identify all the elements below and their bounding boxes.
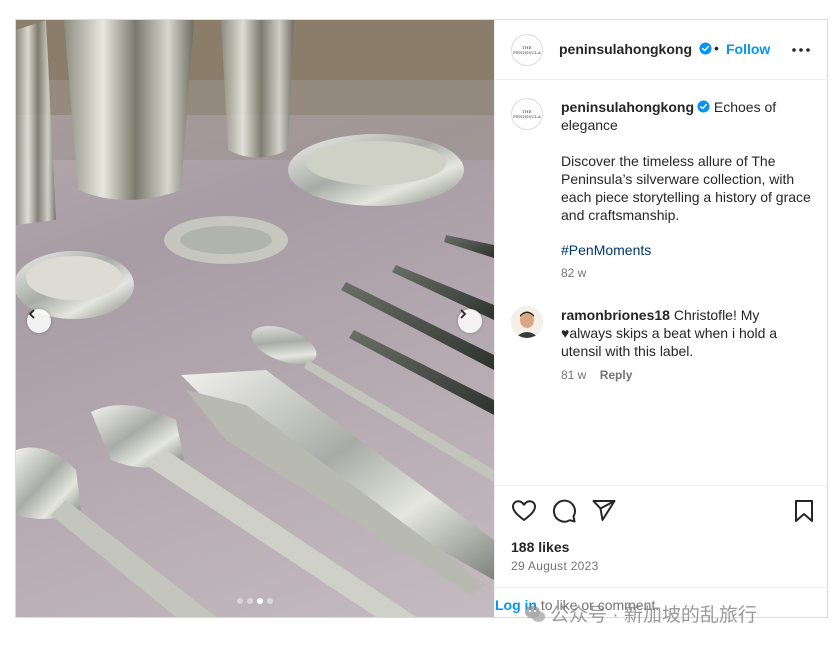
wechat-logo-icon bbox=[525, 605, 545, 622]
post-date: 29 August 2023 bbox=[511, 559, 599, 573]
previous-image-button[interactable] bbox=[27, 309, 51, 333]
comment-meta: 81 w Reply bbox=[561, 368, 632, 382]
wechat-watermark: 公众号 · 新加坡的乱旅行 bbox=[524, 600, 757, 627]
verified-badge-icon bbox=[697, 100, 710, 113]
person-avatar-icon bbox=[511, 306, 543, 338]
profile-avatar[interactable]: THE PENINSULA bbox=[511, 34, 543, 66]
follow-button[interactable]: Follow bbox=[726, 41, 770, 57]
commenter-username[interactable]: ramonbriones18 bbox=[561, 307, 670, 323]
caption-body: Discover the timeless allure of The Peni… bbox=[561, 153, 811, 223]
carousel-dot bbox=[247, 598, 253, 604]
post-header: THE PENINSULA peninsulahongkong • Follow bbox=[495, 20, 829, 80]
chevron-left-icon bbox=[28, 309, 35, 319]
reply-button[interactable]: Reply bbox=[600, 368, 633, 382]
commenter-avatar[interactable] bbox=[511, 306, 543, 338]
share-icon[interactable] bbox=[591, 498, 617, 524]
likes-count[interactable]: 188 likes bbox=[511, 539, 569, 555]
comment-text: ramonbriones18 Christofle! My ♥always sk… bbox=[561, 306, 811, 360]
carousel-dot-active bbox=[257, 598, 263, 604]
bookmark-icon[interactable] bbox=[791, 498, 817, 524]
watermark-text: 公众号 · 新加坡的乱旅行 bbox=[550, 605, 757, 626]
peninsula-logo: THE PENINSULA bbox=[513, 109, 541, 119]
comment-text-part2: always skips a beat when i hold a utensi… bbox=[561, 325, 778, 359]
post-photo[interactable] bbox=[16, 20, 494, 617]
hashtag-link[interactable]: #PenMoments bbox=[561, 242, 651, 258]
bottom-divider bbox=[495, 587, 829, 588]
caption-title: peninsulahongkong Echoes of elegance bbox=[561, 98, 811, 134]
carousel-indicator bbox=[237, 598, 273, 604]
comment-text-part1: Christofle! My bbox=[673, 307, 760, 323]
carousel-dot bbox=[237, 598, 243, 604]
caption-username[interactable]: peninsulahongkong bbox=[561, 99, 694, 115]
heart-icon[interactable] bbox=[511, 498, 537, 524]
carousel-dot bbox=[267, 598, 273, 604]
actions-divider bbox=[495, 485, 829, 486]
chevron-right-icon bbox=[460, 309, 467, 319]
separator-dot: • bbox=[714, 40, 719, 56]
comment-icon[interactable] bbox=[551, 498, 577, 524]
more-options-icon[interactable] bbox=[791, 42, 811, 58]
header-username[interactable]: peninsulahongkong bbox=[559, 41, 712, 57]
verified-badge-icon bbox=[699, 42, 712, 55]
silverware-photo bbox=[16, 20, 494, 617]
peninsula-logo: THE PENINSULA bbox=[513, 45, 541, 55]
comment-timestamp: 81 w bbox=[561, 368, 587, 382]
next-image-button[interactable] bbox=[458, 309, 482, 333]
instagram-post: THE PENINSULA peninsulahongkong • Follow… bbox=[15, 19, 829, 618]
username-text[interactable]: peninsulahongkong bbox=[559, 41, 692, 57]
caption-timestamp: 82 w bbox=[561, 266, 587, 280]
caption-avatar[interactable]: THE PENINSULA bbox=[511, 98, 543, 130]
post-details-panel: THE PENINSULA peninsulahongkong • Follow… bbox=[494, 20, 829, 617]
